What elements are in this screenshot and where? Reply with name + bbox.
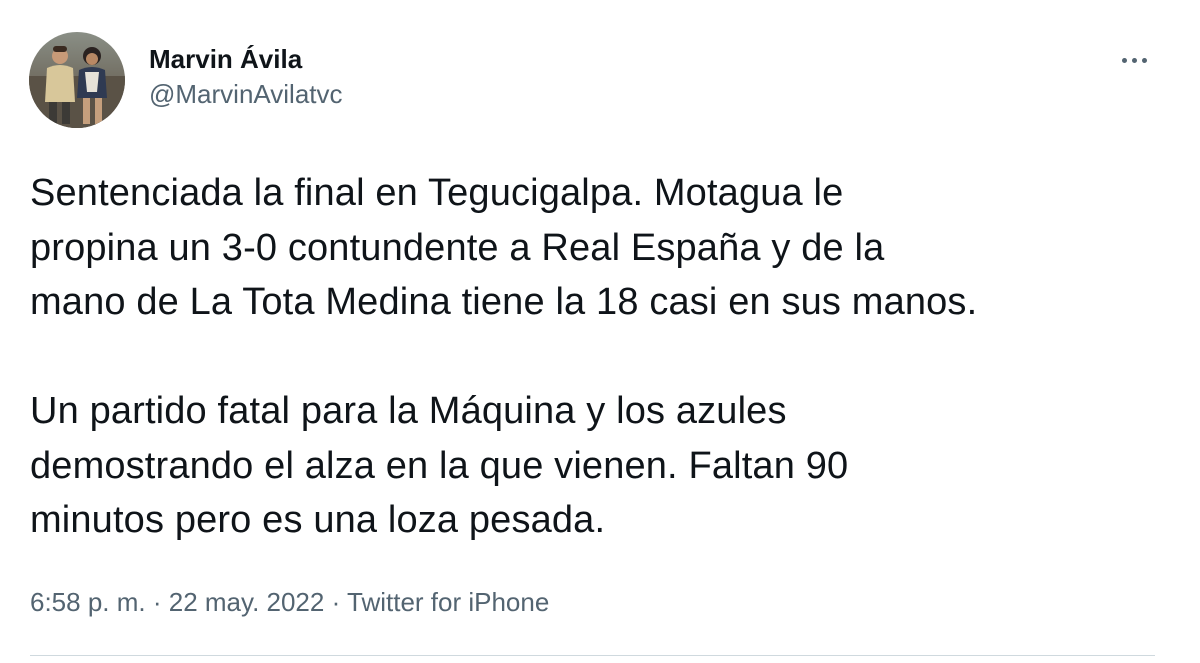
tweet-text-line: propina un 3-0 contundente a Real España…	[30, 226, 885, 269]
tweet-metadata: 6:58 p. m. · 22 may. 2022 · Twitter for …	[30, 585, 549, 619]
more-horizontal-icon-dot	[1141, 57, 1147, 63]
user-handle[interactable]: @MarvinAvilatvc	[149, 78, 343, 110]
tweet-text: Sentenciada la final en Tegucigalpa. Mot…	[30, 166, 1180, 548]
tweet-time: 6:58 p. m.	[30, 587, 146, 617]
more-horizontal-icon	[1121, 57, 1127, 63]
profile-photo-icon	[29, 32, 125, 128]
divider	[30, 655, 1155, 656]
meta-separator: ·	[145, 587, 169, 617]
tweet-text-line: minutos pero es una loza pesada.	[30, 499, 606, 541]
tweet-text-line: demostrando el alza en la que vienen. Fa…	[30, 444, 849, 487]
timestamp-link[interactable]: 6:58 p. m. · 22 may. 2022	[30, 587, 324, 617]
tweet-card: Marvin Ávila @MarvinAvilatvc Sentenciada…	[0, 0, 1200, 663]
more-horizontal-icon-dot	[1131, 57, 1137, 63]
paragraph-break	[30, 330, 1180, 385]
tweet-text-line: Un partido fatal para la Máquina y los a…	[30, 390, 787, 432]
display-name[interactable]: Marvin Ávila	[149, 42, 343, 76]
meta-separator: ·	[324, 587, 347, 617]
user-info[interactable]: Marvin Ávila @MarvinAvilatvc	[149, 42, 343, 110]
tweet-source-link[interactable]: Twitter for iPhone	[347, 587, 549, 617]
more-options-button[interactable]	[1112, 44, 1156, 76]
tweet-text-line: Sentenciada la final en Tegucigalpa. Mot…	[30, 172, 844, 214]
avatar[interactable]	[29, 32, 125, 128]
tweet-date: 22 may. 2022	[168, 587, 325, 617]
tweet-text-line: mano de La Tota Medina tiene la 18 casi …	[30, 281, 978, 323]
